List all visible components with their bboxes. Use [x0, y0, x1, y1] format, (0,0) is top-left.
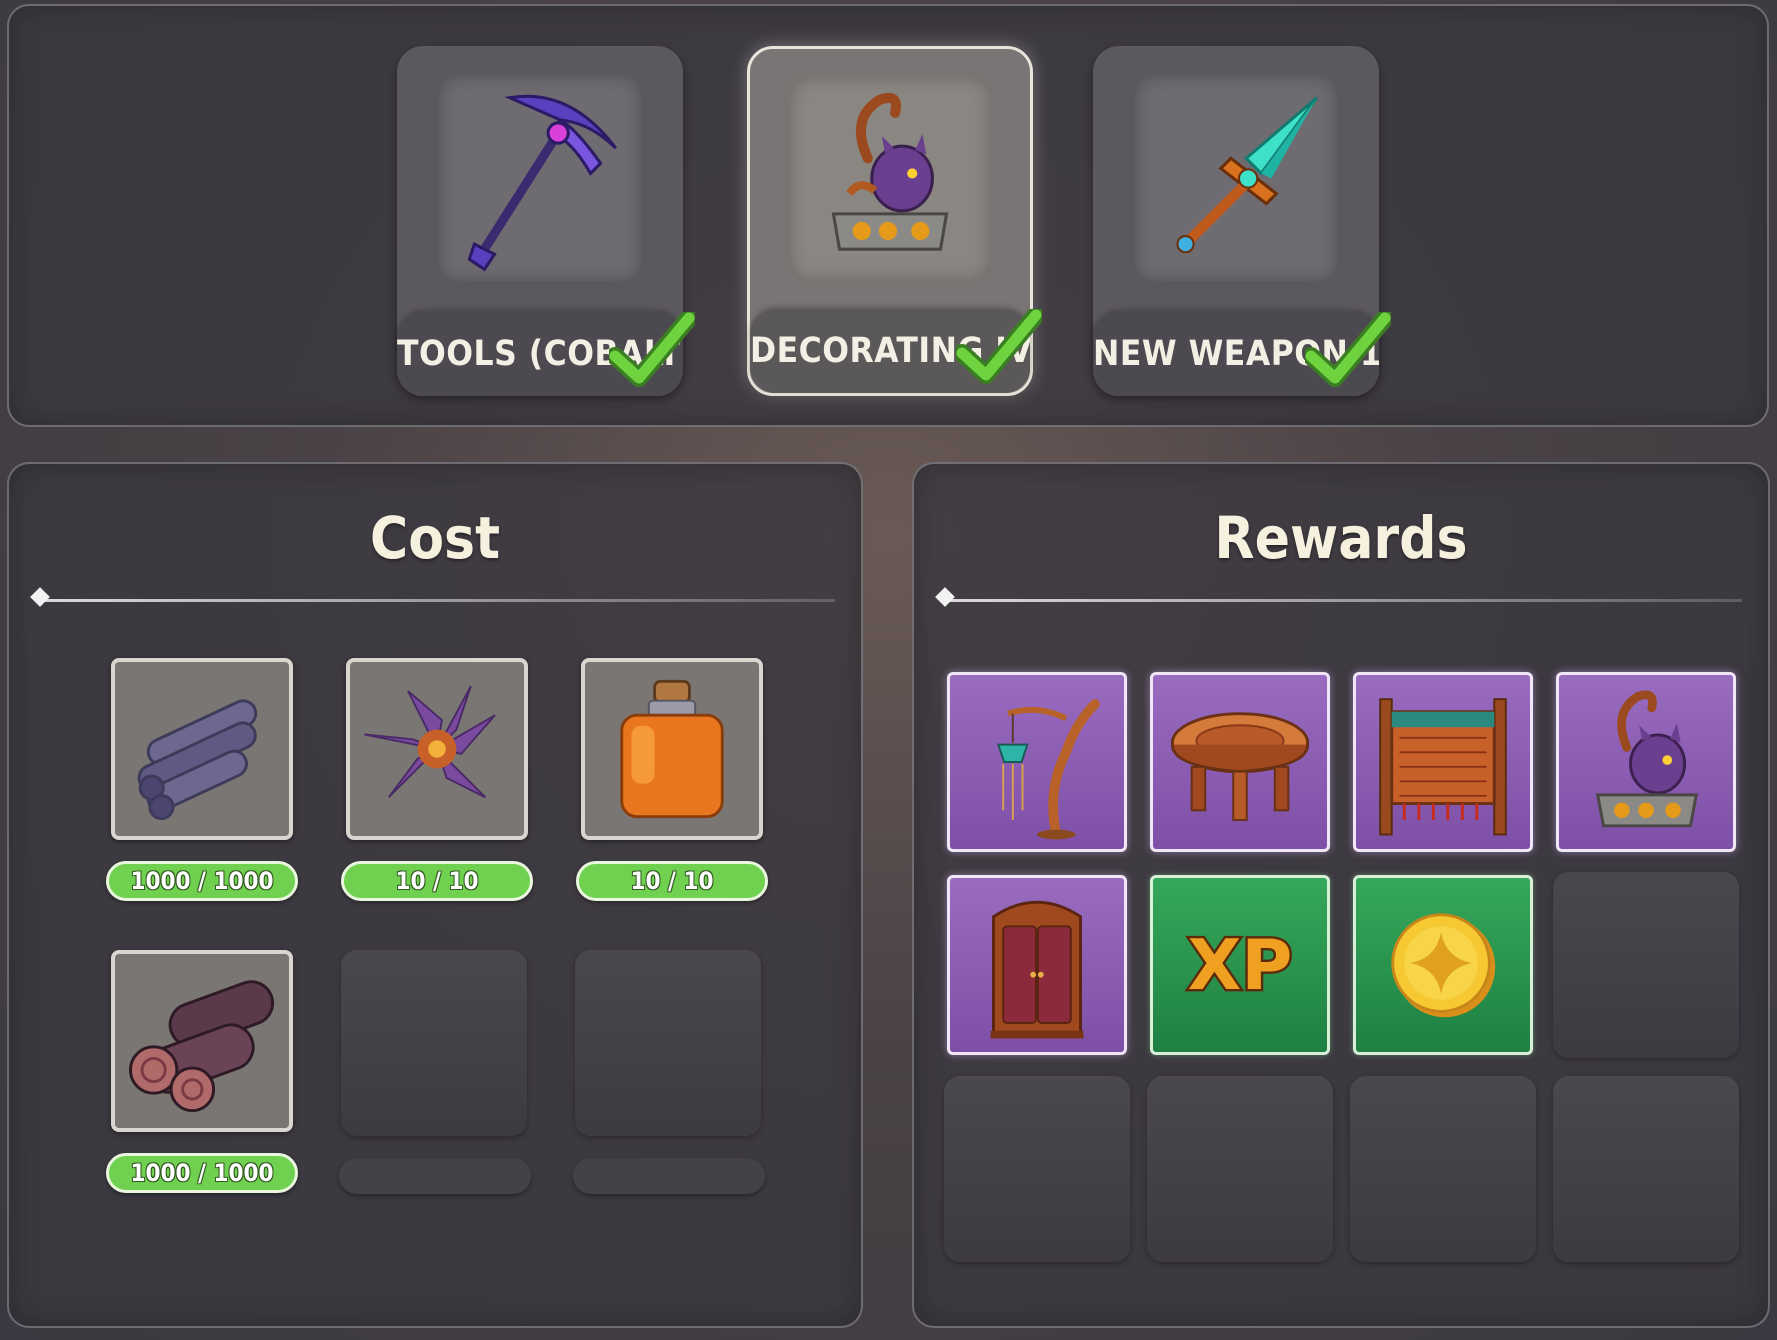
gold-coin-icon: [1391, 913, 1496, 1018]
empty-progress-bar: [573, 1158, 765, 1194]
cost-progress-bar: 1000 / 1000: [106, 1153, 298, 1193]
cost-progress-bar: 10 / 10: [341, 861, 533, 901]
hanging-lantern-icon: [996, 699, 1100, 840]
quest-selector-panel: TOOLS (COBALT) DECORATING IV NEW WEAPON …: [7, 4, 1769, 427]
wardrobe-icon: [990, 900, 1084, 1039]
cost-progress-bar: 1000 / 1000: [106, 861, 298, 901]
title-divider: [30, 587, 835, 607]
quest-thumbnail: [439, 76, 641, 281]
reward-item-slot[interactable]: [1150, 672, 1330, 852]
empty-progress-bar: [339, 1158, 531, 1194]
empty-reward-slot: [1553, 872, 1739, 1058]
reward-item-slot[interactable]: [1353, 672, 1533, 852]
checkmark-icon: [956, 309, 1042, 384]
reward-item-slot[interactable]: XP: [1150, 875, 1330, 1055]
empty-reward-slot: [1350, 1076, 1536, 1262]
reward-item-slot[interactable]: [947, 875, 1127, 1055]
bamboo-logs-icon: [137, 699, 258, 821]
reward-item-slot[interactable]: [947, 672, 1127, 852]
purple-flower-icon: [364, 685, 496, 799]
divider-diamond: [935, 587, 955, 607]
quest-card-decorating-iv[interactable]: DECORATING IV: [747, 46, 1042, 396]
round-table-icon: [1170, 712, 1310, 821]
cost-panel: Cost 1000 / 1000 10 / 10 10 / 10 1000 / …: [7, 462, 863, 1328]
quest-card-new-weapon-1[interactable]: NEW WEAPON 1: [1093, 46, 1391, 396]
cost-title: Cost: [369, 504, 501, 572]
cost-progress-bar: 10 / 10: [576, 861, 768, 901]
tapestry-frame-icon: [1379, 698, 1507, 836]
empty-reward-slot: [1147, 1076, 1333, 1262]
rewards-panel: Rewards XP: [912, 462, 1770, 1328]
quest-card-tools-cobalt[interactable]: TOOLS (COBALT): [397, 46, 695, 396]
empty-reward-slot: [944, 1076, 1130, 1262]
xp-text: XP: [1188, 925, 1293, 1006]
cost-item-slot[interactable]: [111, 658, 293, 840]
checkmark-icon: [609, 312, 695, 387]
reward-item-slot[interactable]: [1353, 875, 1533, 1055]
divider-diamond: [30, 587, 50, 607]
cost-item-slot[interactable]: [346, 658, 528, 840]
xp-icon: XP: [1185, 923, 1295, 1009]
reward-item-slot[interactable]: [1556, 672, 1736, 852]
wood-logs-icon: [129, 980, 275, 1113]
empty-cost-slot: [341, 950, 527, 1136]
cobalt-pickaxe-icon: [467, 94, 617, 272]
empty-reward-slot: [1553, 1076, 1739, 1262]
empty-cost-slot: [575, 950, 761, 1136]
quest-thumbnail: [789, 76, 991, 281]
orange-potion-icon: [620, 679, 724, 819]
checkmark-icon: [1305, 312, 1391, 387]
scorpion-statue-icon: [831, 92, 949, 251]
cost-item-slot[interactable]: [111, 950, 293, 1132]
title-divider: [935, 587, 1742, 607]
cost-item-slot[interactable]: [581, 658, 763, 840]
rewards-title: Rewards: [1214, 504, 1468, 572]
crystal-sword-icon: [1176, 96, 1319, 254]
scorpion-statue-icon: [1595, 690, 1699, 828]
quest-thumbnail: [1135, 76, 1337, 281]
